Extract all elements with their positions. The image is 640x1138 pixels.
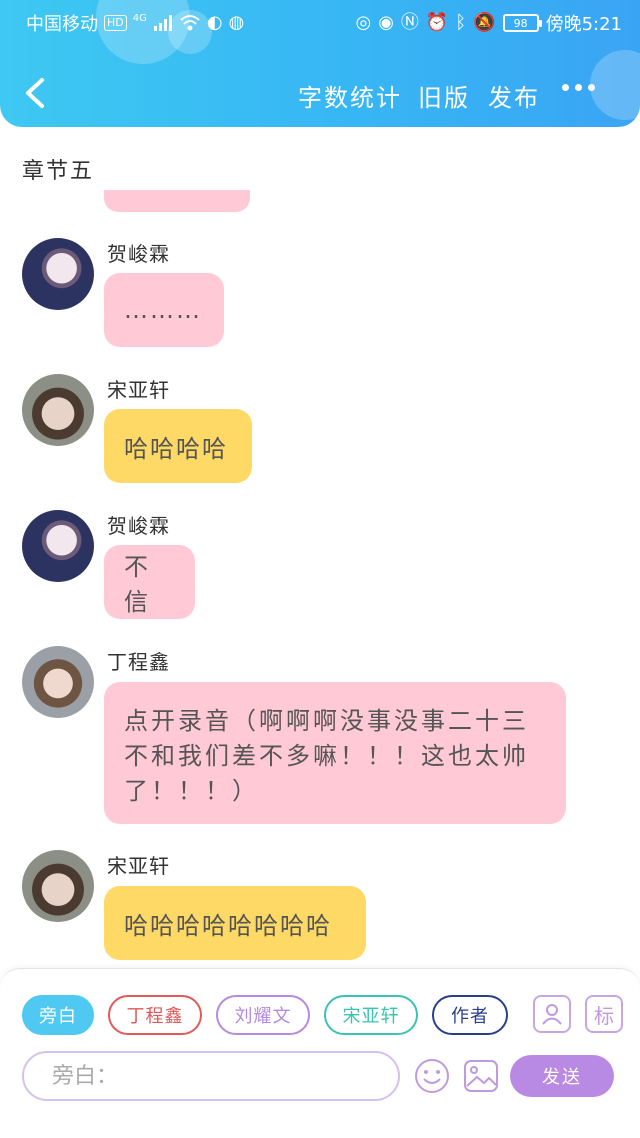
more-dot-icon [562,84,569,91]
message-line: 点开录音（啊啊啊没事没事二十三 [124,707,529,735]
avatar[interactable] [22,646,94,718]
image-icon [464,1060,498,1092]
alarm-icon: ⏰ [425,12,449,33]
old-version-button[interactable]: 旧版 [418,78,470,113]
smile-icon [415,1059,449,1093]
role-tag-ding-chengxin[interactable]: 丁程鑫 [108,995,202,1035]
app-notification-icon: ◐ [206,12,223,33]
sender-name: 贺峻霖 [107,242,170,266]
message-bubble[interactable]: 点开录音（啊啊啊没事没事二十三 不和我们差不多嘛！！！这也太帅 了！！！） [104,682,566,824]
partial-message-bubble [104,190,250,212]
sender-name: 丁程鑫 [107,650,170,674]
eye-icon: ◉ [378,12,394,33]
chevron-left-icon [26,78,44,108]
role-tag-author[interactable]: 作者 [432,995,508,1035]
tag-button[interactable]: 标 [585,995,623,1033]
sender-name: 宋亚轩 [107,378,170,402]
back-button[interactable] [20,76,50,110]
send-button[interactable]: 发送 [510,1055,614,1097]
word-count-button[interactable]: 字数统计 [298,78,402,113]
message-input[interactable] [22,1051,400,1101]
avatar[interactable] [22,374,94,446]
signal-icon [153,15,172,31]
role-tag-song-yaxuan[interactable]: 宋亚轩 [324,995,418,1035]
battery-icon: 98 [502,14,542,32]
emoji-button[interactable] [413,1057,451,1095]
status-bar: 中国移动 HD 4G ◐ ◍ ◎ ◉ Ⓝ ⏰ ᛒ 🔕 98 傍晚5:21 [0,0,640,44]
clock: 傍晚5:21 [545,14,622,35]
more-dot-icon [575,84,582,91]
nfc-icon: Ⓝ [400,12,419,33]
message-bubble[interactable]: 哈哈哈哈哈哈哈哈 [104,886,366,960]
avatar[interactable] [22,510,94,582]
mute-icon: 🔕 [473,12,496,33]
carrier-label: 中国移动 [26,14,98,35]
speed-icon: ◎ [355,12,372,33]
message-line: 不和我们差不多嘛！！！这也太帅 [124,742,529,770]
wifi-icon [180,15,200,31]
chapter-title: 章节五 [22,159,95,184]
publish-button[interactable]: 发布 [488,78,540,113]
role-tag-liu-yaowen[interactable]: 刘耀文 [216,995,310,1035]
battery-level: 98 [513,16,528,30]
wechat-icon: ◍ [228,12,245,33]
message-line: 了！！！） [124,777,259,805]
message-bubble[interactable]: 哈哈哈哈 [104,409,252,483]
sender-name: 宋亚轩 [107,854,170,878]
avatar[interactable] [22,850,94,922]
decor-bubble [590,50,640,120]
top-header: 中国移动 HD 4G ◐ ◍ ◎ ◉ Ⓝ ⏰ ᛒ 🔕 98 傍晚5:21 字数统… [0,0,640,127]
more-menu-button[interactable] [562,84,595,91]
role-tag-narration[interactable]: 旁白 [22,995,94,1035]
hd-badge: HD [104,15,127,31]
bluetooth-icon: ᛒ [455,12,467,33]
network-type: 4G [132,12,147,24]
image-button[interactable] [462,1057,500,1095]
message-bubble[interactable]: 不信 [104,545,195,619]
sender-name: 贺峻霖 [107,514,170,538]
message-bubble[interactable]: ……… [104,273,224,347]
more-dot-icon [588,84,595,91]
user-icon [542,1004,562,1025]
add-character-button[interactable] [533,995,571,1033]
avatar[interactable] [22,238,94,310]
